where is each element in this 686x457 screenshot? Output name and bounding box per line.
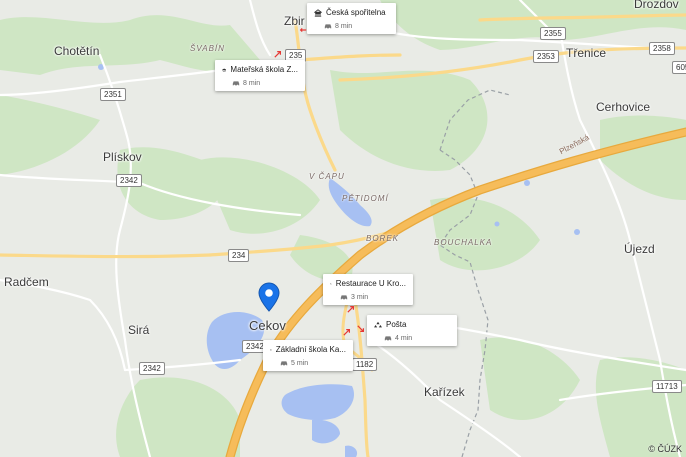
direction-arrow-icon bbox=[357, 325, 364, 332]
poi-card-restaurace[interactable]: Restaurace U Kro... 3 min bbox=[323, 274, 413, 305]
road-shield: 2351 bbox=[100, 88, 126, 101]
road-shield: 1182 bbox=[352, 358, 378, 371]
road-shield: 2353 bbox=[533, 50, 559, 63]
area-label-borek: BOREK bbox=[366, 234, 400, 243]
poi-name: Česká spořitelna bbox=[326, 8, 386, 17]
road-shield: 2358 bbox=[649, 42, 675, 55]
place-label-karizek: Kařízek bbox=[424, 385, 465, 399]
road-shield: 2342 bbox=[139, 362, 165, 375]
place-label-pliskov: Plískov bbox=[103, 150, 142, 164]
school-icon bbox=[270, 348, 272, 351]
direction-arrow-icon bbox=[347, 306, 354, 313]
poi-card-ceska-sporitelna[interactable]: Česká spořitelna 8 min bbox=[307, 3, 396, 34]
map-base-layer bbox=[0, 0, 686, 457]
area-label-petidomi: PĚTIDOMÍ bbox=[342, 194, 389, 203]
school-icon bbox=[222, 68, 227, 72]
direction-arrow-icon bbox=[274, 51, 281, 58]
poi-card-materska-skola[interactable]: Mateřská škola Z... 8 min bbox=[215, 60, 305, 91]
car-icon bbox=[384, 336, 392, 342]
map-copyright: © ČÚZK bbox=[648, 444, 682, 454]
road-shield: 2355 bbox=[540, 27, 566, 40]
place-label-cerhovice: Cerhovice bbox=[596, 100, 651, 114]
car-icon bbox=[324, 24, 332, 30]
place-label-ujezd: Újezd bbox=[624, 242, 655, 256]
poi-travel-time: 3 min bbox=[351, 293, 369, 301]
location-pin-icon[interactable] bbox=[258, 282, 280, 312]
poi-name: Restaurace U Kro... bbox=[335, 279, 406, 288]
poi-travel-time: 5 min bbox=[291, 359, 309, 367]
restaurant-icon bbox=[330, 282, 332, 285]
car-icon bbox=[232, 81, 240, 87]
poi-travel-time: 8 min bbox=[243, 79, 261, 87]
area-label-svabin: ŠVABÍN bbox=[190, 44, 225, 53]
road-shield: 605 bbox=[672, 61, 686, 74]
post-icon bbox=[374, 321, 382, 327]
poi-travel-time: 4 min bbox=[395, 334, 413, 342]
area-label-v-capu: V ČAPU bbox=[309, 172, 345, 181]
place-label-sira: Sirá bbox=[128, 323, 150, 337]
poi-travel-time: 8 min bbox=[335, 22, 353, 30]
poi-card-zakladni-skola[interactable]: Základní škola Ka... 5 min bbox=[263, 340, 353, 371]
place-label-trenice: Třenice bbox=[566, 46, 607, 60]
direction-arrow-icon bbox=[299, 27, 307, 33]
road-shield: 234 bbox=[228, 249, 250, 262]
road-shield: 2342 bbox=[116, 174, 142, 187]
road-shield: 11713 bbox=[652, 380, 682, 393]
poi-name: Mateřská škola Z... bbox=[230, 65, 298, 74]
poi-card-posta[interactable]: Pošta 4 min bbox=[367, 315, 457, 346]
poi-name: Základní škola Ka... bbox=[275, 345, 346, 354]
direction-arrow-icon bbox=[343, 329, 350, 336]
car-icon bbox=[280, 361, 288, 367]
bank-icon bbox=[314, 8, 322, 17]
place-label-radcem: Radčem bbox=[4, 275, 49, 289]
place-label-chotetin: Chotětín bbox=[54, 44, 100, 58]
area-label-bouchalka: BOUCHALKA bbox=[434, 238, 493, 247]
place-label-drozdov: Drozdov bbox=[634, 0, 679, 11]
poi-name: Pošta bbox=[386, 320, 407, 329]
car-icon bbox=[340, 295, 348, 301]
place-label-cekov: Cekov bbox=[249, 318, 286, 333]
map-canvas[interactable]: Chotětín Zbir Drozdov Třenice Cerhovice … bbox=[0, 0, 686, 457]
